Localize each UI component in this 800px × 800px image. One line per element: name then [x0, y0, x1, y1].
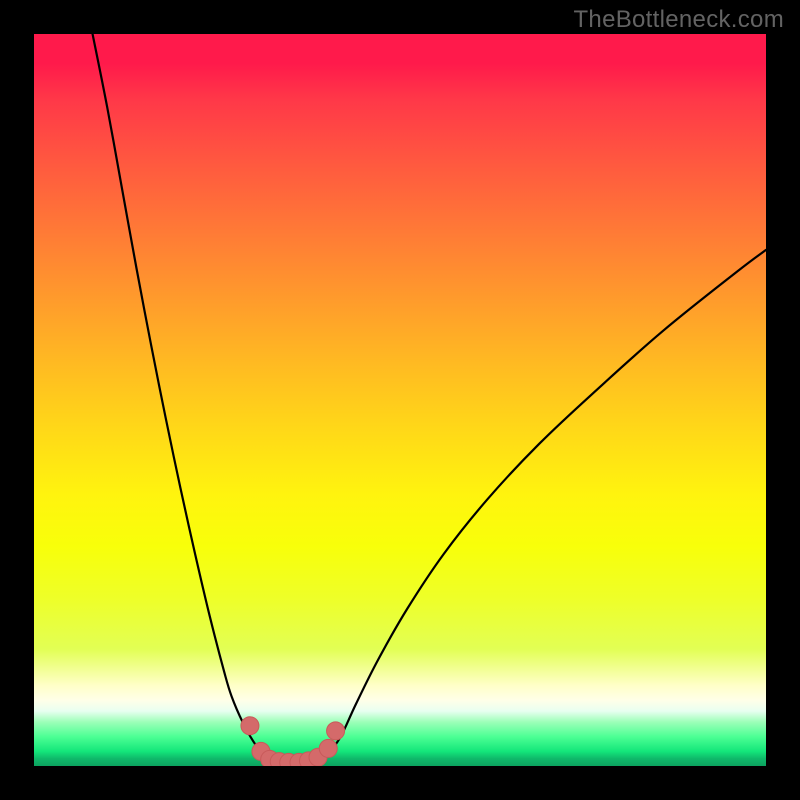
curve-layer: [34, 34, 766, 766]
dots-group: [241, 717, 345, 766]
chart-frame: TheBottleneck.com: [0, 0, 800, 800]
marker-dot: [327, 722, 345, 740]
watermark-text: TheBottleneck.com: [573, 6, 784, 34]
curve-left-arm: [93, 34, 263, 753]
marker-dot: [241, 717, 259, 735]
marker-dot: [319, 739, 337, 757]
curve-right-arm: [330, 250, 766, 751]
plot-area: [34, 34, 766, 766]
curve-group: [93, 34, 766, 753]
